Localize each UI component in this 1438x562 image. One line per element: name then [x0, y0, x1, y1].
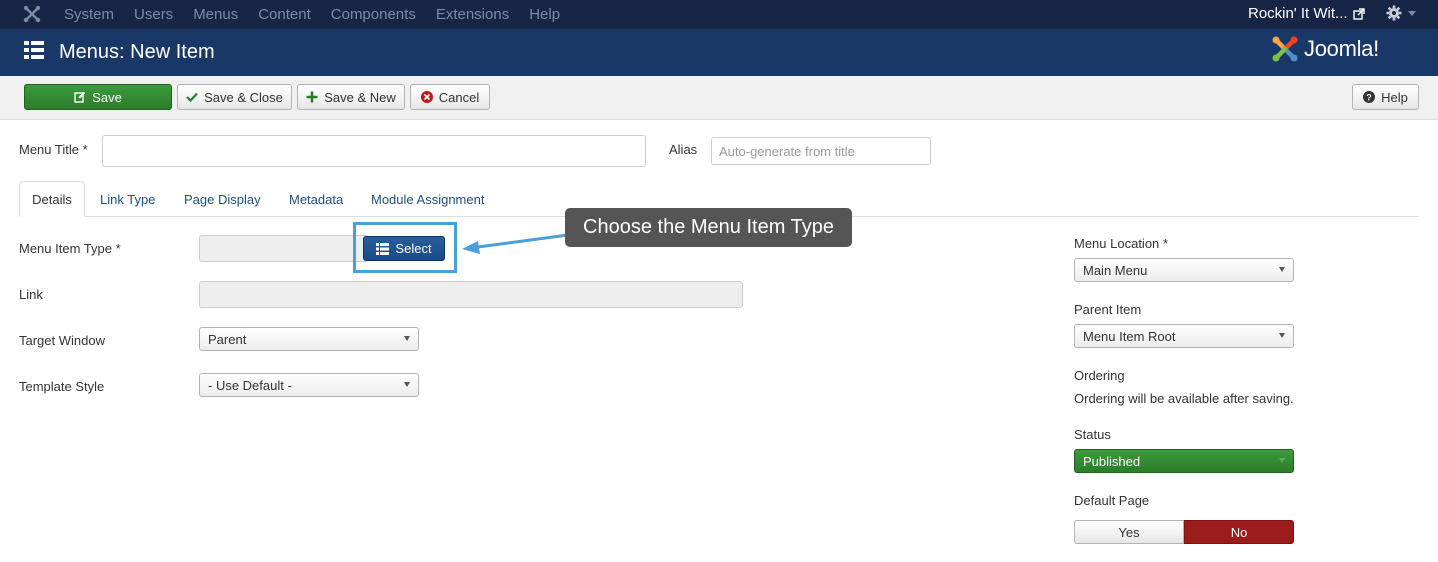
- joomla-wordmark: Joomla!: [1304, 36, 1379, 61]
- joomla-icon[interactable]: [22, 4, 42, 24]
- top-menu-help[interactable]: Help: [529, 6, 560, 23]
- save-close-button[interactable]: Save & Close: [177, 84, 292, 110]
- template-style-label: Template Style: [19, 379, 105, 394]
- tab-link-type[interactable]: Link Type: [100, 181, 155, 217]
- help-button[interactable]: ? Help: [1352, 84, 1419, 110]
- menu-location-select[interactable]: Main Menu: [1074, 258, 1294, 282]
- list-icon: [376, 242, 390, 255]
- site-link[interactable]: Rockin' It Wit...: [1248, 5, 1365, 22]
- select-menu-item-type-button[interactable]: Select: [363, 236, 445, 261]
- status-value: Published: [1083, 453, 1141, 469]
- joomla-logo-icon: [1272, 36, 1298, 62]
- alias-placeholder: Auto-generate from title: [719, 143, 855, 159]
- template-style-value: - Use Default -: [208, 377, 292, 393]
- template-style-select[interactable]: - Use Default -: [199, 373, 419, 397]
- parent-item-select[interactable]: Menu Item Root: [1074, 324, 1294, 348]
- save-button[interactable]: Save: [24, 84, 172, 110]
- svg-text:?: ?: [1366, 92, 1372, 102]
- tab-page-display[interactable]: Page Display: [184, 181, 261, 217]
- target-window-label: Target Window: [19, 333, 105, 348]
- alias-input[interactable]: Auto-generate from title: [711, 137, 931, 165]
- chevron-down-icon: [1279, 267, 1285, 272]
- save-new-label: Save & New: [324, 89, 396, 105]
- tab-details[interactable]: Details: [19, 181, 85, 217]
- cancel-circle-icon: [420, 91, 433, 103]
- callout-text: Choose the Menu Item Type: [583, 216, 834, 238]
- link-label: Link: [19, 287, 43, 302]
- link-field: [199, 281, 743, 308]
- page-header: Menus: New Item Joomla!: [0, 29, 1438, 76]
- select-label: Select: [395, 241, 432, 256]
- tab-metadata[interactable]: Metadata: [289, 181, 343, 217]
- target-window-select[interactable]: Parent: [199, 327, 419, 351]
- top-menu: System Users Menus Content Components Ex…: [64, 0, 580, 29]
- menu-item-type-field: [199, 235, 369, 262]
- callout-tooltip: Choose the Menu Item Type: [565, 208, 852, 247]
- top-navbar: System Users Menus Content Components Ex…: [0, 0, 1438, 29]
- default-page-toggle: Yes No: [1074, 520, 1294, 544]
- top-menu-components[interactable]: Components: [331, 6, 416, 23]
- question-circle-icon: ?: [1363, 91, 1376, 103]
- chevron-down-icon: [1279, 333, 1285, 338]
- top-menu-users[interactable]: Users: [134, 6, 173, 23]
- callout-arrow-icon: [462, 233, 569, 254]
- tab-link-type-label: Link Type: [100, 191, 156, 207]
- chevron-down-icon: [1408, 10, 1416, 16]
- menu-title-input[interactable]: [102, 135, 646, 167]
- menu-title-label: Menu Title *: [19, 142, 88, 157]
- chevron-down-icon: [404, 336, 410, 341]
- chevron-down-icon: [1279, 458, 1285, 463]
- default-no-label: No: [1230, 524, 1248, 540]
- top-menu-system[interactable]: System: [64, 6, 114, 23]
- joomla-logo: Joomla!: [1270, 34, 1379, 64]
- cancel-label: Cancel: [438, 89, 480, 105]
- save-close-label: Save & Close: [204, 89, 283, 105]
- parent-item-label: Parent Item: [1074, 302, 1142, 317]
- ordering-label: Ordering: [1074, 368, 1125, 383]
- default-page-label: Default Page: [1074, 493, 1150, 508]
- menu-location-label: Menu Location *: [1074, 236, 1168, 251]
- top-menu-content[interactable]: Content: [258, 6, 311, 23]
- tab-module-assignment[interactable]: Module Assignment: [371, 181, 484, 217]
- chevron-down-icon: [404, 382, 410, 387]
- settings-menu[interactable]: [1386, 5, 1416, 21]
- plus-icon: [306, 91, 318, 103]
- default-page-no-button[interactable]: No: [1184, 520, 1294, 544]
- save-new-button[interactable]: Save & New: [297, 84, 405, 110]
- default-yes-label: Yes: [1118, 524, 1140, 540]
- gear-icon: [1386, 5, 1402, 21]
- ordering-text: Ordering will be available after saving.: [1074, 391, 1294, 406]
- menu-item-type-label: Menu Item Type *: [19, 241, 121, 256]
- status-label: Status: [1074, 427, 1111, 442]
- page-title: Menus: New Item: [59, 41, 215, 63]
- tab-page-display-label: Page Display: [184, 191, 261, 207]
- help-label: Help: [1381, 89, 1408, 105]
- menu-location-value: Main Menu: [1083, 262, 1148, 278]
- tab-metadata-label: Metadata: [289, 191, 344, 207]
- alias-label: Alias: [669, 142, 698, 157]
- default-page-yes-button[interactable]: Yes: [1074, 520, 1184, 544]
- target-window-value: Parent: [208, 331, 247, 347]
- top-menu-extensions[interactable]: Extensions: [436, 6, 509, 23]
- status-select[interactable]: Published: [1074, 449, 1294, 473]
- cancel-button[interactable]: Cancel: [410, 84, 490, 110]
- tab-details-label: Details: [32, 191, 72, 207]
- menu-list-icon: [24, 41, 44, 59]
- check-icon: [186, 92, 198, 103]
- edit-icon: [74, 91, 86, 103]
- toolbar: Save Save & Close Save & New Cancel ? He…: [0, 76, 1438, 120]
- save-label: Save: [92, 89, 122, 105]
- tab-module-assignment-label: Module Assignment: [371, 191, 485, 207]
- site-name: Rockin' It Wit...: [1248, 5, 1348, 22]
- parent-item-value: Menu Item Root: [1083, 328, 1176, 344]
- top-menu-menus[interactable]: Menus: [193, 6, 238, 23]
- external-link-icon: [1352, 7, 1365, 20]
